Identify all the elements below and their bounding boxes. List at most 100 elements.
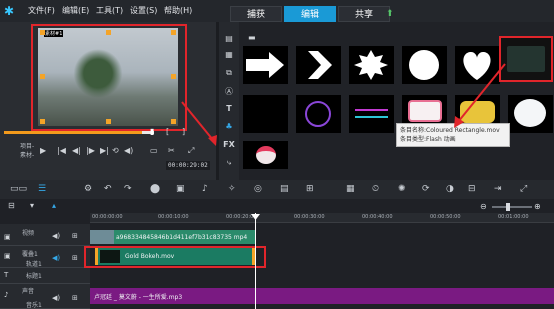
resize-handle[interactable] <box>106 119 111 124</box>
next-frame-icon[interactable]: |▶ <box>86 146 95 155</box>
chapter-icon[interactable]: ▾ <box>30 201 34 210</box>
transition-icon[interactable]: ⧉ <box>223 68 235 78</box>
tab-share[interactable]: 共享 <box>338 6 390 22</box>
library-sidebar <box>219 22 239 180</box>
circle-icon <box>409 50 439 80</box>
resize-handle[interactable] <box>171 74 176 79</box>
resize-handle[interactable] <box>40 119 45 124</box>
effects-icon[interactable]: ✺ <box>398 184 406 194</box>
zoom-out-icon[interactable]: ⊖ <box>480 202 487 211</box>
thumb-black[interactable] <box>243 95 288 133</box>
end-icon[interactable]: ▶| <box>100 146 109 155</box>
tab-capture[interactable]: 捕获 <box>230 6 282 22</box>
playhead[interactable] <box>255 213 256 309</box>
repeat-icon[interactable]: ⟲ <box>112 146 119 155</box>
ripple-icon[interactable]: ▴ <box>52 201 56 210</box>
motion-icon[interactable]: ◎ <box>254 184 262 194</box>
speaker-icon[interactable]: ◀) <box>52 294 60 302</box>
menu-settings[interactable]: 设置(S) <box>130 5 157 16</box>
thumb-cloud[interactable] <box>508 95 553 133</box>
split-screen-icon[interactable]: ⊟ <box>468 184 476 194</box>
resize-handle[interactable] <box>40 74 45 79</box>
color-icon[interactable]: ◑ <box>446 184 454 194</box>
track-manager-icon[interactable]: ⊟ <box>8 201 15 210</box>
storyboard-view-icon[interactable]: ▭▭ <box>10 184 27 194</box>
fit-icon[interactable]: ⤢ <box>520 184 527 194</box>
grid-icon[interactable]: ⊞ <box>72 254 78 262</box>
audio-mixer-icon[interactable]: ♪ <box>202 184 208 194</box>
play-icon[interactable]: ▶ <box>40 146 46 155</box>
app-logo-icon: ✱ <box>4 4 15 18</box>
audio-clip[interactable]: 卢冠廷 _ 莫文蔚 - 一生所爱.mp3 <box>90 288 554 304</box>
clip-thumbnail <box>90 230 114 244</box>
lines-icon <box>355 109 388 118</box>
instant-project-icon[interactable]: ▦ <box>223 50 235 60</box>
grid-icon[interactable]: ⊞ <box>72 294 78 302</box>
ring-icon <box>305 101 331 127</box>
auto-music-icon[interactable]: ✧ <box>228 184 236 194</box>
export-icon[interactable]: ⇥ <box>494 184 502 194</box>
mark-in-icon[interactable]: [ <box>166 127 169 136</box>
subtitle-icon[interactable]: ▤ <box>280 184 289 194</box>
split-icon[interactable]: ✂ <box>168 146 175 155</box>
resize-handle[interactable] <box>171 30 176 35</box>
thumb-chevron[interactable] <box>296 46 341 84</box>
trim-marker-icon[interactable]: ▮ <box>150 127 154 136</box>
highlight-box-clip <box>84 246 266 268</box>
graphic-icon[interactable]: ♣ <box>223 122 235 132</box>
resize-handle[interactable] <box>106 30 111 35</box>
title-icon[interactable]: Ⓐ <box>223 86 235 96</box>
video-clip[interactable]: a968334845846b1d411ef7b31c83735 mp4 <box>90 230 255 244</box>
project-mode-label[interactable]: 项目- <box>20 141 34 150</box>
clip-mode-label[interactable]: 素材- <box>20 150 34 159</box>
cloud-shape <box>514 99 546 127</box>
ruler-label: 00:00:40:00 <box>362 214 393 220</box>
ruler-label: 00:01:00:00 <box>498 214 529 220</box>
speed-icon[interactable]: ⏲ <box>372 184 379 194</box>
timecode-display[interactable]: 00:00:29:02 <box>166 161 210 170</box>
hd-icon[interactable]: ▭ <box>150 146 158 155</box>
menu-edit[interactable]: 编辑(E) <box>62 5 89 16</box>
tooltip-item-type: 条目类型:Flash 动画 <box>400 136 456 143</box>
loop-icon[interactable]: ⟳ <box>422 184 430 194</box>
menu-help[interactable]: 帮助(H) <box>164 5 192 16</box>
record-icon[interactable]: ⬤ <box>150 184 160 194</box>
text-icon[interactable]: T <box>223 104 235 114</box>
ruler-label: 00:00:10:00 <box>158 214 189 220</box>
thumb-star[interactable] <box>349 46 394 84</box>
menu-file[interactable]: 文件(F) <box>28 5 55 16</box>
zoom-slider[interactable] <box>492 206 532 208</box>
grid-icon[interactable]: ⊞ <box>72 232 78 240</box>
home-icon[interactable]: |◀ <box>57 146 66 155</box>
fx-icon[interactable]: FX <box>223 140 235 150</box>
thumb-lines[interactable] <box>349 95 394 133</box>
menu-tools[interactable]: 工具(T) <box>96 5 123 16</box>
media-icon[interactable]: ▤ <box>223 34 235 44</box>
thumb-cake[interactable] <box>243 141 288 169</box>
video-track-icon: ▣ <box>4 233 11 241</box>
image-icon[interactable]: ▣ <box>176 184 185 194</box>
redo-icon[interactable]: ↷ <box>124 184 132 194</box>
track-label-audio-sub: 音乐1 <box>26 302 42 309</box>
speaker-icon[interactable]: ◀) <box>52 232 60 240</box>
music-track-icon: ♪ <box>4 291 9 299</box>
tools-icon[interactable]: ⚙ <box>84 184 92 194</box>
undo-icon[interactable]: ↶ <box>104 184 112 194</box>
thumb-arrow[interactable] <box>243 46 288 84</box>
volume-icon[interactable]: ◀) <box>124 146 133 155</box>
thumb-ring[interactable] <box>296 95 341 133</box>
upload-icon[interactable]: ⬆ <box>386 9 394 19</box>
folder-icon[interactable]: ▬ <box>248 33 256 42</box>
multicam-icon[interactable]: ⊞ <box>306 184 314 194</box>
thumb-circle[interactable] <box>402 46 447 84</box>
path-icon[interactable]: ⤷ <box>223 158 235 168</box>
resize-handle[interactable] <box>171 119 176 124</box>
zoom-in-icon[interactable]: ⊕ <box>534 202 541 211</box>
resize-handle[interactable] <box>40 30 45 35</box>
tab-edit[interactable]: 编辑 <box>284 6 336 22</box>
speaker-icon[interactable]: ◀) <box>52 254 60 262</box>
zoom-slider-thumb[interactable] <box>506 203 510 211</box>
prev-frame-icon[interactable]: ◀| <box>72 146 81 155</box>
timeline-view-icon[interactable]: ☰ <box>38 184 46 194</box>
mask-icon[interactable]: ▦ <box>346 184 355 194</box>
